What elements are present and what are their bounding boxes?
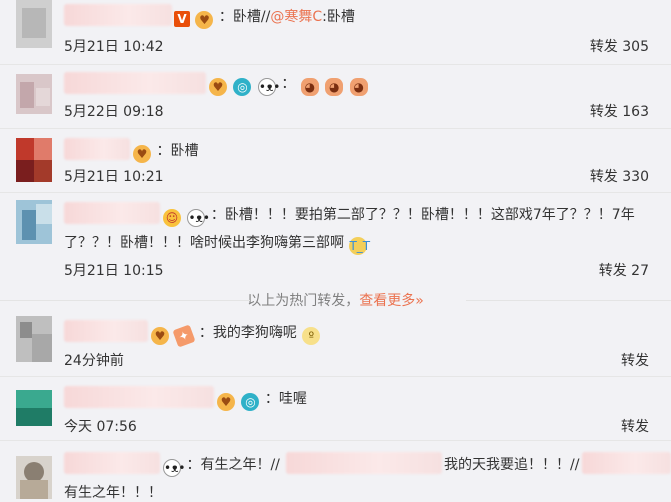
list-item: ♥ ：卧槽 5月21日 10:21 转发 330 xyxy=(0,128,671,193)
username-redacted[interactable] xyxy=(64,386,214,408)
panda-emoji-icon: •ᴥ• xyxy=(187,209,210,227)
view-more-link[interactable]: 查看更多» xyxy=(359,293,424,309)
username-redacted[interactable] xyxy=(64,320,148,342)
fish-emoji-icon: ◕ xyxy=(325,78,344,96)
username-redacted[interactable] xyxy=(64,452,160,474)
comment-text-mid: 我的天我要追！！！// xyxy=(444,457,580,473)
fish-emoji-icon: ◕ xyxy=(300,78,319,96)
avatar[interactable] xyxy=(16,138,52,182)
list-item: •ᴥ• ：有生之年！// 我的天我要追！！！// 有生之年！！！ xyxy=(0,440,671,501)
timestamp[interactable]: 5月21日 10:15 xyxy=(64,260,164,280)
blush-emoji-icon: º xyxy=(302,327,321,345)
list-item: ♥ ◎ •ᴥ• ： ◕ ◕ ◕ 5月22日 09:18 转发 163 xyxy=(0,64,671,129)
comment-text-after: :卧槽 xyxy=(322,9,355,25)
panda-emoji-icon: •ᴥ• xyxy=(163,459,186,477)
avatar[interactable] xyxy=(16,316,52,362)
timestamp[interactable]: 5月21日 10:21 xyxy=(64,166,164,186)
forward-label: 转发 xyxy=(621,419,649,435)
comment-text-line2: 了？？！卧槽！！！啥时候出李狗嗨第三部啊 xyxy=(64,235,344,251)
mention-redacted[interactable] xyxy=(582,452,671,474)
forward-label: 转发 xyxy=(621,353,649,369)
forward-count: 27 xyxy=(631,263,649,279)
camera-emoji-icon: ◎ xyxy=(241,393,260,411)
list-item: ♥ ◎ ：哇喔 今天 07:56 转发 xyxy=(0,376,671,441)
hot-notice-text: 以上为热门转发， xyxy=(247,293,360,309)
hug-emoji-icon: ♥ xyxy=(195,11,214,29)
forward-button[interactable]: 转发 330 xyxy=(590,166,649,186)
avatar[interactable] xyxy=(16,390,52,426)
username-redacted[interactable] xyxy=(64,4,172,26)
username-redacted[interactable] xyxy=(64,202,160,224)
username-redacted[interactable] xyxy=(64,138,130,160)
forward-button[interactable]: 转发 305 xyxy=(590,36,649,56)
list-item: ♥ ✦ ：我的李狗嗨呢 º 24分钟前 转发 xyxy=(0,312,671,377)
forward-count: 330 xyxy=(622,169,649,185)
forward-button[interactable]: 转发 27 xyxy=(599,260,649,280)
comment-text: ：卧槽！！！要拍第二部了？？！卧槽！！！这部戏7年了？？！7年 xyxy=(210,207,635,223)
hug-emoji-icon: ♥ xyxy=(151,327,169,345)
forward-label: 转发 xyxy=(589,169,618,185)
crying-emoji-icon: T_T xyxy=(349,237,371,255)
comment-text: ：有生之年！// xyxy=(186,457,280,473)
v-badge-icon: V xyxy=(174,11,190,27)
list-item: V ♥ ：卧槽//@寒舞C:卧槽 5月21日 10:42 转发 305 xyxy=(0,0,671,65)
timestamp[interactable]: 5月22日 09:18 xyxy=(64,101,164,121)
forward-label: 转发 xyxy=(589,39,618,55)
avatar[interactable] xyxy=(16,74,52,114)
comment-text: ：哇喔 xyxy=(264,391,307,407)
comment-text: ：卧槽// xyxy=(218,9,271,25)
hug-emoji-icon: ♥ xyxy=(209,78,227,96)
panda-emoji-icon: •ᴥ• xyxy=(257,78,281,96)
avatar[interactable] xyxy=(16,200,52,244)
mention-redacted[interactable] xyxy=(286,452,442,474)
forward-label: 转发 xyxy=(589,104,618,120)
mention-link[interactable]: @寒舞C xyxy=(270,9,322,25)
forward-button[interactable]: 转发 xyxy=(621,350,649,370)
forward-label: 转发 xyxy=(598,263,627,279)
list-item: ☺ •ᴥ• ：卧槽！！！要拍第二部了？？！卧槽！！！这部戏7年了？？！7年 了？… xyxy=(0,192,671,284)
forward-count: 305 xyxy=(622,39,649,55)
forward-button[interactable]: 转发 xyxy=(621,416,649,436)
comment-text: ：我的李狗嗨呢 xyxy=(198,325,297,341)
divider xyxy=(0,300,250,301)
forward-list: V ♥ ：卧槽//@寒舞C:卧槽 5月21日 10:42 转发 305 ♥ ◎ … xyxy=(0,0,671,501)
divider xyxy=(466,300,671,301)
hug-emoji-icon: ♥ xyxy=(133,145,151,163)
cheer-emoji-icon: ✦ xyxy=(172,324,196,348)
timestamp[interactable]: 5月21日 10:42 xyxy=(64,36,164,56)
timestamp[interactable]: 今天 07:56 xyxy=(64,416,137,436)
hot-forward-notice: 以上为热门转发，查看更多» xyxy=(0,290,671,312)
hug-emoji-icon: ♥ xyxy=(217,393,235,411)
fish-emoji-icon: ◕ xyxy=(349,78,368,96)
forward-button[interactable]: 转发 163 xyxy=(590,101,649,121)
comment-text: ：卧槽 xyxy=(156,143,199,159)
avatar[interactable] xyxy=(16,456,52,499)
username-redacted[interactable] xyxy=(64,72,206,94)
smile-emoji-icon: ☺ xyxy=(163,209,181,227)
camera-emoji-icon: ◎ xyxy=(233,78,252,96)
timestamp[interactable]: 24分钟前 xyxy=(64,350,124,370)
avatar[interactable] xyxy=(16,0,52,48)
forward-count: 163 xyxy=(622,104,649,120)
